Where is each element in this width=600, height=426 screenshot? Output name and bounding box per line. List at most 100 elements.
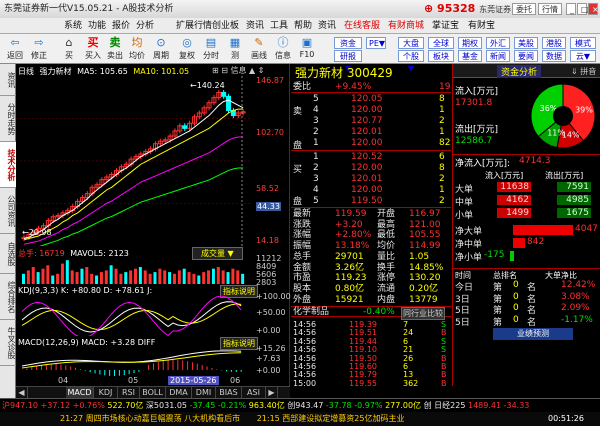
volume-bar — [207, 270, 211, 284]
stat-label: 外盘 — [293, 294, 312, 305]
index-ticker: 沪947.10 +37.12 +0.76% 522.70亿 深5031.05 -… — [0, 398, 600, 412]
webi-diff: 19 — [439, 82, 451, 92]
webi-value: +9.45% — [335, 82, 372, 92]
market-dropdown[interactable]: 大盘▼ — [398, 37, 424, 60]
ma60-line — [39, 167, 244, 246]
cloud-dropdown[interactable]: 云▼ — [570, 50, 596, 62]
sell-row[interactable]: 4 120.00 1 — [291, 105, 451, 116]
menu-service[interactable]: 在线客服 — [344, 18, 380, 34]
forex-button[interactable]: 外汇 — [486, 37, 510, 49]
fund-dropdown[interactable]: 资金▼ — [334, 37, 362, 60]
net-row: 净大单 4047 — [453, 224, 600, 237]
back-button[interactable]: ⇦ 返回 — [4, 36, 26, 62]
menu-info[interactable]: 资讯 — [246, 18, 264, 34]
tab-company[interactable]: 公司资讯 — [0, 188, 16, 234]
pe-dropdown[interactable]: PE▼ — [366, 37, 386, 49]
menu-zzb[interactable]: 掌证宝 — [432, 18, 459, 34]
measure-button[interactable]: ▦ 测 — [224, 36, 246, 62]
global-dropdown[interactable]: 全球▼ — [428, 37, 454, 60]
buy-row[interactable]: 5 119.50 2 — [291, 196, 451, 207]
buy-row[interactable]: 3 120.01 2 — [291, 174, 451, 185]
stat-label-2: 换手 — [377, 262, 396, 273]
hk-stock-button[interactable]: 港股 — [542, 37, 566, 49]
stat-value-2: 0.20亿 — [409, 283, 439, 294]
minimize-icon[interactable]: _ — [566, 3, 576, 15]
sell-row[interactable]: 5 120.05 8 — [291, 94, 451, 105]
volume-bar — [241, 273, 245, 284]
volume-bar — [60, 263, 64, 284]
net-value: 4047 — [575, 224, 598, 234]
pinyin-button[interactable]: ⇓ 拼音 — [571, 66, 596, 77]
menu-mall[interactable]: 有财商城 — [388, 18, 424, 34]
news-item-1[interactable]: 21:27 周四市场核心动嘉巨幅震荡 八大机构看后市 — [60, 414, 240, 423]
sell-row[interactable]: 3 120.77 2 — [291, 116, 451, 127]
buy-button[interactable]: 买买入 — [82, 36, 104, 62]
options-button[interactable]: 期权 — [458, 37, 482, 49]
buy-row[interactable]: 2 120.00 8 — [291, 163, 451, 174]
cy-change: -37.78 — [325, 401, 352, 410]
menu-ext[interactable]: 扩展行情 — [176, 18, 212, 34]
menu-news[interactable]: 资讯 — [318, 18, 336, 34]
sell-row[interactable]: 1 120.00 82 — [291, 138, 451, 149]
ma-button[interactable]: 均均价 — [126, 36, 148, 62]
menu-gem[interactable]: 创业板 — [212, 18, 239, 34]
tab-fund-analysis[interactable]: 资金分析 — [497, 65, 542, 78]
sell-row[interactable]: 2 120.01 1 — [291, 127, 451, 138]
menu-ycb[interactable]: 有财宝 — [468, 18, 495, 34]
tab-technical[interactable]: 技术分析 — [0, 142, 16, 188]
buy-row[interactable]: 4 120.00 1 — [291, 185, 451, 196]
maximize-icon[interactable]: □ — [577, 3, 589, 15]
period-button[interactable]: ⊙ 周期 — [150, 36, 172, 62]
news-button[interactable]: 新闻 — [486, 50, 510, 62]
chart-tools[interactable]: ⊞ ⊟ 信息 ▲ ⇕ — [212, 65, 264, 76]
f10-button[interactable]: ▣ F10 — [296, 36, 318, 62]
funds-dropdown[interactable]: 基金▼ — [458, 50, 482, 73]
draw-button[interactable]: ✎ 画线 — [248, 36, 270, 62]
outflow-label: 流出[万元] — [455, 125, 499, 135]
close-icon[interactable]: × — [588, 3, 599, 15]
sector-button[interactable]: 板块 — [428, 50, 454, 62]
bs-button[interactable]: ⌂ 买 — [58, 36, 80, 62]
info-button[interactable]: ⓘ 信息 — [272, 36, 294, 62]
industry-change: -0.40% — [363, 307, 395, 317]
kdj-label-1: +100.00 — [256, 292, 291, 301]
menu-help[interactable]: 帮助 — [294, 18, 312, 34]
us-stock-button[interactable]: 美股 — [514, 37, 538, 49]
stock-dropdown[interactable]: 个股▼ — [398, 50, 424, 73]
buy-level: 3 — [313, 174, 319, 184]
quote-button[interactable]: 行情 — [538, 3, 562, 15]
buy-row[interactable]: 1 120.52 6 — [291, 152, 451, 163]
tab-news[interactable]: 资讯 — [0, 64, 16, 96]
tab-diagnose[interactable]: 牛叉诊股 — [0, 320, 16, 366]
volume-bar — [172, 273, 176, 284]
tab-ranking[interactable]: 综合排名 — [0, 274, 16, 320]
industry-compare-button[interactable]: 同行业比较 — [401, 307, 445, 320]
news-item-2[interactable]: 21:15 西部建设拟定增募资25亿加码主业 — [257, 414, 405, 423]
sell-button[interactable]: 卖卖出 — [104, 36, 126, 62]
tab-watchlist[interactable]: 自选股 — [0, 234, 16, 274]
trade-button[interactable]: 委托 — [512, 3, 536, 15]
data-dropdown[interactable]: 数据▼ — [542, 50, 566, 73]
report-dropdown[interactable]: 研报▼ — [334, 50, 362, 73]
stat-label-2: 开盘 — [377, 209, 396, 219]
fix-button[interactable]: ⇨ 修正 — [28, 36, 50, 62]
stat-value: 13.18% — [335, 241, 370, 252]
menu-system[interactable]: 系统 — [64, 18, 82, 34]
menu-analysis[interactable]: 分析 — [136, 18, 154, 34]
stat-value: 0.80亿 — [335, 283, 365, 294]
menu-function[interactable]: 功能 — [88, 18, 106, 34]
window-title: 东莞证券新一代V15.05.21 - A股技术分析 — [4, 4, 174, 14]
forecast-button[interactable]: 业绩预测 — [493, 328, 573, 340]
menu-quote[interactable]: 报价 — [112, 18, 130, 34]
sell-price: 120.05 — [351, 94, 383, 104]
menu-tools[interactable]: 工具 — [270, 18, 288, 34]
buy-volume: 2 — [439, 174, 445, 184]
volume-bar — [31, 267, 35, 284]
rank-num: 0 — [513, 280, 519, 290]
headline-button[interactable]: 要闻 — [514, 50, 538, 62]
rights-button[interactable]: ◎ 复权 — [176, 36, 198, 62]
tab-minute[interactable]: 分时走势 — [0, 96, 16, 142]
mode-button[interactable]: 模式 — [570, 37, 596, 49]
buy-price: 120.00 — [351, 163, 383, 173]
minute-button[interactable]: ▤ 分时 — [200, 36, 222, 62]
